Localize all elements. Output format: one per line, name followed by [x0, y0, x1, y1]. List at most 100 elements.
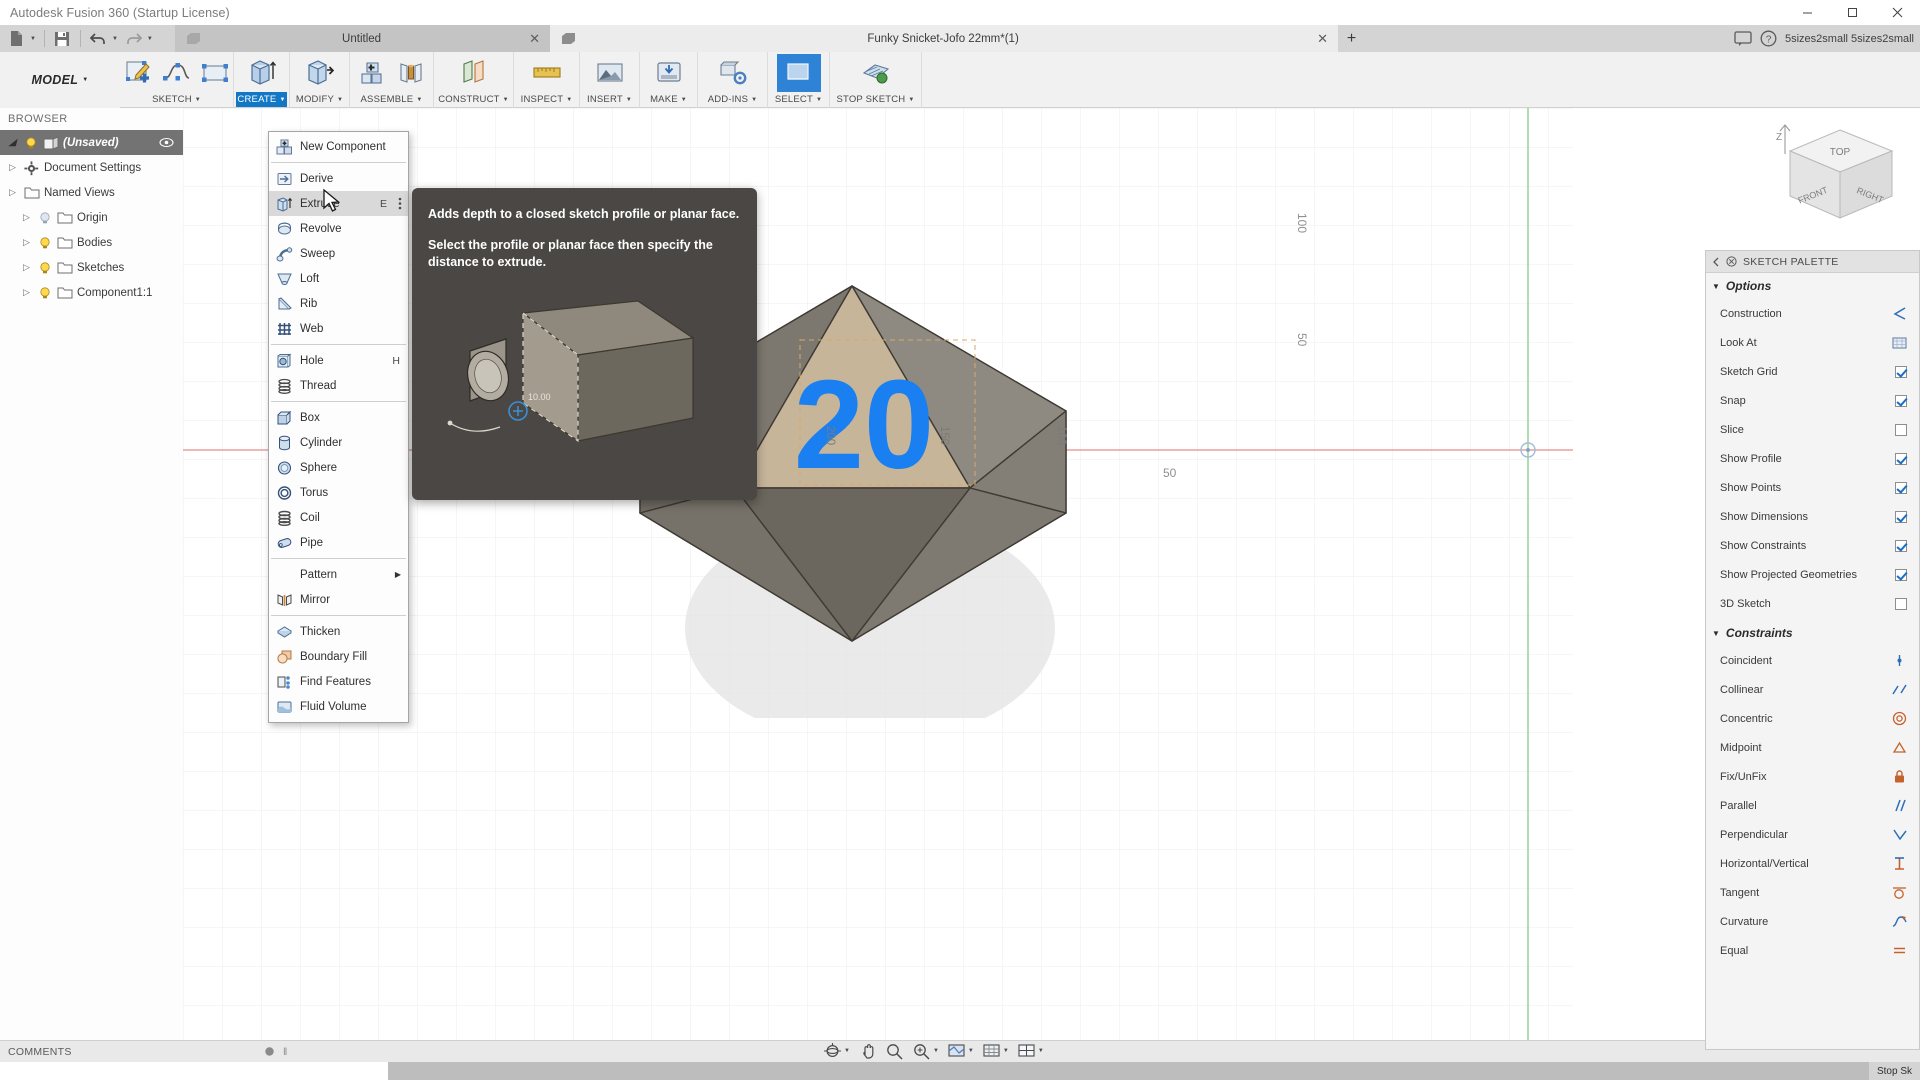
palette-row-show-projected-geometries[interactable]: Show Projected Geometries	[1706, 560, 1919, 589]
doc-tab-untitled[interactable]: Untitled ✕	[175, 25, 550, 52]
expand-arrow-icon[interactable]: ◢	[6, 137, 19, 148]
palette-row-construction[interactable]: Construction	[1706, 299, 1919, 328]
palette-row-tangent[interactable]: Tangent	[1706, 878, 1919, 907]
visibility-bulb-icon[interactable]	[24, 136, 38, 150]
create-sketch-icon[interactable]	[120, 54, 158, 92]
palette-close-icon[interactable]	[1726, 256, 1737, 267]
doc-tab-funky-snicket[interactable]: Funky Snicket-Jofo 22mm*(1) ✕	[550, 25, 1338, 52]
view-cube[interactable]: Z TOP FRONT RIGHT	[1770, 118, 1910, 238]
palette-row-show-dimensions[interactable]: Show Dimensions	[1706, 502, 1919, 531]
menu-item-rib[interactable]: Rib	[269, 291, 408, 316]
palette-row-sketch-grid[interactable]: Sketch Grid	[1706, 357, 1919, 386]
menu-item-mirror[interactable]: Mirror	[269, 587, 408, 612]
close-icon[interactable]: ✕	[1311, 32, 1328, 45]
menu-item-revolve[interactable]: Revolve	[269, 216, 408, 241]
offset-plane-icon[interactable]	[452, 54, 496, 92]
slice-checkbox[interactable]	[1895, 423, 1907, 436]
joint-icon[interactable]	[392, 54, 430, 92]
measure-icon[interactable]	[525, 54, 569, 92]
comment-indicator-icon[interactable]	[264, 1046, 275, 1057]
palette-row-coincident[interactable]: Coincident	[1706, 646, 1919, 675]
comments-resize-handle[interactable]: ‖	[283, 1046, 288, 1058]
menu-item-pattern[interactable]: Pattern ▶	[269, 562, 408, 587]
create-dropdown-menu[interactable]: New Component Derive Extrude E Revolve S…	[268, 131, 409, 723]
tree-item-bodies[interactable]: ▷ Bodies	[0, 230, 183, 255]
tree-item-unsaved[interactable]: ◢ (Unsaved)	[0, 130, 183, 155]
show-constraints-checkbox[interactable]	[1895, 539, 1907, 552]
coincident-icon[interactable]	[1892, 653, 1907, 668]
palette-row-parallel[interactable]: Parallel	[1706, 791, 1919, 820]
expand-arrow-icon[interactable]: ▷	[20, 287, 33, 298]
eye-icon[interactable]	[159, 136, 174, 150]
ribbon-panel-label-assemble[interactable]: ASSEMBLE ▼	[352, 92, 431, 107]
close-button[interactable]	[1875, 0, 1920, 25]
extrude-icon[interactable]	[240, 54, 284, 92]
expand-arrow-icon[interactable]: ▷	[20, 237, 33, 248]
midpoint-icon[interactable]	[1892, 740, 1907, 755]
select-icon[interactable]	[776, 54, 821, 92]
palette-row-fix-unfix[interactable]: Fix/UnFix	[1706, 762, 1919, 791]
menu-item-torus[interactable]: Torus	[269, 480, 408, 505]
visibility-bulb-icon[interactable]	[38, 211, 52, 225]
tree-item-component1[interactable]: ▷ Component1:1	[0, 280, 183, 305]
stop-sketch-button[interactable]: Stop Sk	[1868, 1062, 1920, 1080]
menu-item-sphere[interactable]: Sphere	[269, 455, 408, 480]
new-component-icon[interactable]	[354, 54, 392, 92]
visibility-bulb-icon[interactable]	[38, 261, 52, 275]
construction-icon[interactable]	[1892, 306, 1907, 321]
palette-row-slice[interactable]: Slice	[1706, 415, 1919, 444]
curvature-icon[interactable]	[1892, 914, 1907, 929]
palette-row-snap[interactable]: Snap	[1706, 386, 1919, 415]
menu-item-cylinder[interactable]: Cylinder	[269, 430, 408, 455]
expand-arrow-icon[interactable]: ▷	[20, 262, 33, 273]
pan-icon[interactable]	[855, 1041, 880, 1061]
show-projected-geometries-checkbox[interactable]	[1895, 568, 1907, 581]
palette-row-perpendicular[interactable]: Perpendicular	[1706, 820, 1919, 849]
menu-item-derive[interactable]: Derive	[269, 166, 408, 191]
help-icon[interactable]: ?	[1760, 30, 1777, 47]
minimize-button[interactable]	[1785, 0, 1830, 25]
collapse-icon[interactable]	[1712, 257, 1720, 267]
menu-item-overflow-icon[interactable]	[398, 197, 404, 210]
menu-item-web[interactable]: Web	[269, 316, 408, 341]
workspace-selector[interactable]: MODEL ▼	[0, 52, 120, 108]
show-points-checkbox[interactable]	[1895, 481, 1907, 494]
maximize-button[interactable]	[1830, 0, 1875, 25]
scripts-addins-icon[interactable]	[711, 54, 755, 92]
menu-item-thread[interactable]: Thread	[269, 373, 408, 398]
palette-row-horizontal-vertical[interactable]: Horizontal/Vertical	[1706, 849, 1919, 878]
display-settings-icon[interactable]: ▼	[944, 1041, 977, 1061]
menu-item-pipe[interactable]: Pipe	[269, 530, 408, 555]
menu-item-thicken[interactable]: Thicken	[269, 619, 408, 644]
tree-item-sketches[interactable]: ▷ Sketches	[0, 255, 183, 280]
tree-item-origin[interactable]: ▷ Origin	[0, 205, 183, 230]
redo-caret[interactable]: ▼	[147, 36, 153, 42]
ribbon-panel-label-make[interactable]: MAKE ▼	[642, 92, 695, 107]
expand-arrow-icon[interactable]: ▷	[20, 212, 33, 223]
ribbon-panel-label-create[interactable]: CREATE ▼	[236, 92, 287, 107]
redo-icon[interactable]	[121, 27, 146, 50]
visibility-bulb-icon[interactable]	[38, 286, 52, 300]
menu-item-coil[interactable]: Coil	[269, 505, 408, 530]
spline-icon[interactable]	[158, 54, 196, 92]
viewports-icon[interactable]: ▼	[1014, 1041, 1047, 1061]
zoom-window-icon[interactable]: ▼	[909, 1041, 942, 1061]
ribbon-panel-label-stop-sketch[interactable]: STOP SKETCH ▼	[832, 92, 919, 107]
sketch-grid-checkbox[interactable]	[1895, 365, 1907, 378]
visibility-bulb-icon[interactable]	[38, 236, 52, 250]
submenu-arrow-icon[interactable]: ▶	[395, 570, 404, 579]
ribbon-panel-label-modify[interactable]: MODIFY ▼	[292, 92, 347, 107]
ribbon-panel-label-sketch[interactable]: SKETCH ▼	[122, 92, 231, 107]
account-label[interactable]: 5sizes2small 5sizes2small	[1785, 33, 1914, 45]
new-document-icon[interactable]	[4, 27, 29, 50]
palette-row-concentric[interactable]: Concentric	[1706, 704, 1919, 733]
tree-item-document-settings[interactable]: ▷ Document Settings	[0, 155, 183, 180]
ribbon-panel-label-addins[interactable]: ADD-INS ▼	[700, 92, 765, 107]
parallel-icon[interactable]	[1892, 798, 1907, 813]
3d-sketch-checkbox[interactable]	[1895, 597, 1907, 610]
undo-icon[interactable]	[86, 27, 111, 50]
expand-arrow-icon[interactable]: ▷	[6, 187, 19, 198]
show-profile-checkbox[interactable]	[1895, 452, 1907, 465]
menu-item-sweep[interactable]: Sweep	[269, 241, 408, 266]
concentric-icon[interactable]	[1892, 711, 1907, 726]
